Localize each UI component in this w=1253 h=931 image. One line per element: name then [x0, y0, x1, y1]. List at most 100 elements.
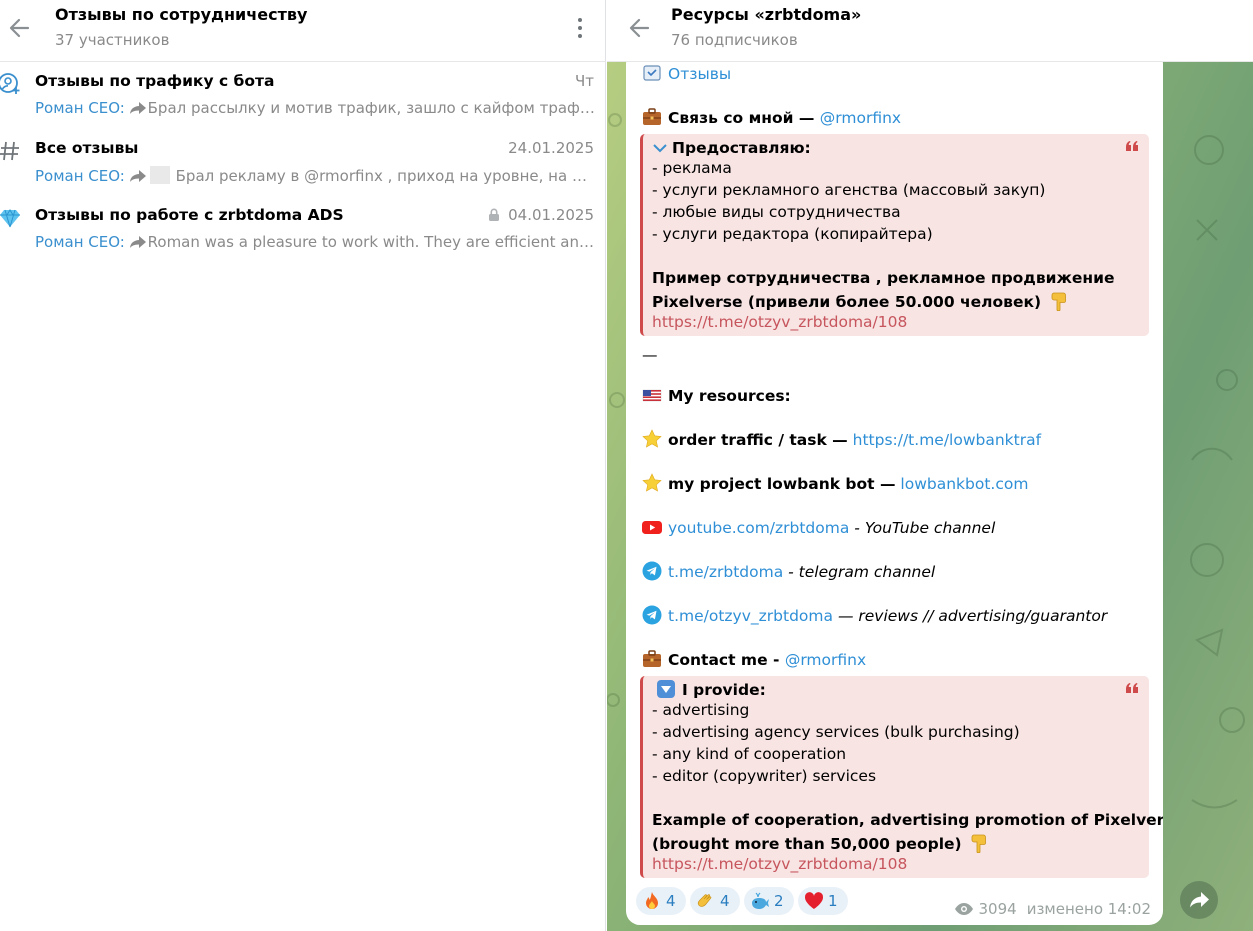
quote-block-ru: Предоставляю: - реклама - услуги рекламн…	[640, 134, 1149, 336]
preview-sender: Роман CEO:	[35, 233, 125, 251]
topic-item[interactable]: Отзывы по трафику с бота Чт Роман CEO: Б…	[0, 62, 606, 129]
forward-arrow-icon	[1190, 892, 1209, 908]
order-line: order traffic / task — https://t.me/lowb…	[642, 429, 1041, 449]
reaction-heart[interactable]: 1	[798, 887, 848, 915]
topic-date: 24.01.2025	[508, 139, 594, 157]
contact-en-line: Contact me - @rmorfinx	[642, 649, 866, 669]
telegram-icon	[642, 605, 662, 625]
preview-text: Брал рассылку и мотив трафик, зашло с ка…	[147, 99, 595, 117]
briefcase-icon	[642, 649, 662, 669]
topic-date-text: 04.01.2025	[508, 206, 594, 224]
chevron-down-icon	[652, 137, 668, 157]
resources-label: My resources:	[668, 387, 791, 405]
lock-icon	[489, 208, 500, 221]
preview-sender: Роман CEO:	[35, 167, 125, 185]
back-arrow-icon[interactable]	[6, 14, 34, 42]
reaction-count: 1	[828, 892, 838, 910]
quote-icon	[1126, 683, 1138, 693]
group-title[interactable]: Отзывы по сотрудничеству	[55, 5, 307, 24]
project-label: my project lowbank bot —	[668, 475, 896, 493]
quote-item: - advertising agency services (bulk purc…	[652, 723, 1020, 741]
quote-example-text: (brought more than 50,000 people)	[652, 835, 962, 853]
group-member-count: 37 участников	[55, 31, 170, 49]
youtube-line: youtube.com/zrbtdoma - YouTube channel	[642, 517, 995, 537]
telegram-line: t.me/zrbtdoma - telegram channel	[642, 561, 935, 581]
whale-icon	[752, 892, 769, 909]
diamond-icon	[0, 206, 22, 230]
reaction-count: 4	[666, 892, 676, 910]
share-button[interactable]	[1180, 881, 1218, 919]
topic-item[interactable]: Все отзывы 24.01.2025 Роман CEO: Брал ре…	[0, 129, 606, 196]
channel-title[interactable]: Ресурсы «zrbtdoma»	[671, 5, 861, 24]
more-menu-icon[interactable]	[568, 14, 592, 42]
contact-ru-label: Связь со мной —	[668, 109, 815, 127]
channel-header: Ресурсы «zrbtdoma» 76 подписчиков	[607, 0, 1253, 62]
quote-example-2: (brought more than 50,000 people)	[652, 833, 995, 854]
preview-text: Roman was a pleasure to work with. They …	[147, 233, 595, 251]
eye-icon	[954, 903, 973, 915]
contact-en-handle[interactable]: @rmorfinx	[785, 651, 866, 669]
topic-preview: Роман CEO: Брал рекламу в @rmorfinx , пр…	[35, 166, 595, 185]
reaction-count: 2	[774, 892, 784, 910]
resources-line: My resources:	[642, 385, 791, 405]
forward-icon	[129, 236, 146, 248]
quote-title: Предоставляю:	[652, 137, 811, 157]
topic-date: 04.01.2025	[488, 206, 594, 224]
topic-item[interactable]: Отзывы по работе с zrbtdoma ADS 04.01.20…	[0, 196, 606, 263]
preview-text: Брал рекламу в @rmorfinx , приход на уро…	[175, 167, 595, 185]
quote-item: - любые виды сотрудничества	[652, 203, 901, 221]
channel-panel: Ресурсы «zrbtdoma» 76 подписчиков Отзывы…	[607, 0, 1253, 931]
reviews-tg-line: t.me/otzyv_zrbtdoma — reviews // adverti…	[642, 605, 1107, 625]
star-icon	[642, 473, 662, 493]
youtube-link[interactable]: youtube.com/zrbtdoma	[668, 519, 849, 537]
quote-block-en: I provide: - advertising - advertising a…	[640, 676, 1163, 878]
hash-icon	[0, 139, 22, 163]
reviews-tg-desc: — reviews // advertising/guarantor	[837, 607, 1108, 625]
shield-icon	[642, 63, 662, 83]
project-link[interactable]: lowbankbot.com	[900, 475, 1028, 493]
reviews-tg-link[interactable]: t.me/otzyv_zrbtdoma	[668, 607, 833, 625]
reaction-fire[interactable]: 4	[636, 887, 686, 915]
briefcase-icon	[642, 107, 662, 127]
topics-panel: Отзывы по сотрудничеству 37 участников О…	[0, 0, 606, 931]
pointing-down-icon	[969, 833, 989, 854]
quote-example-text: Pixelverse (привели более 50.000 человек…	[652, 293, 1042, 311]
group-header: Отзывы по сотрудничеству 37 участников	[0, 0, 606, 62]
quote-item: - any kind of cooperation	[652, 745, 847, 763]
contact-ru-line: Связь со мной — @rmorfinx	[642, 107, 901, 127]
topic-date: Чт	[574, 72, 594, 90]
quote-link[interactable]: https://t.me/otzyv_zrbtdoma/108	[652, 855, 907, 873]
back-arrow-icon[interactable]	[626, 14, 654, 42]
quote-example-2: Pixelverse (привели более 50.000 человек…	[652, 291, 1075, 312]
reaction-clap[interactable]: 4	[690, 887, 740, 915]
order-link[interactable]: https://t.me/lowbanktraf	[853, 431, 1041, 449]
topic-preview: Роман CEO: Roman was a pleasure to work …	[35, 233, 595, 251]
order-label: order traffic / task —	[668, 431, 848, 449]
contact-en-label: Contact me -	[668, 651, 780, 669]
telegram-link[interactable]: t.me/zrbtdoma	[668, 563, 783, 581]
reviews-line: Отзывы	[642, 63, 731, 83]
topic-name: Отзывы по трафику с бота	[35, 72, 275, 90]
quote-example: Example of cooperation, advertising prom…	[652, 811, 1163, 829]
quote-link[interactable]: https://t.me/otzyv_zrbtdoma/108	[652, 313, 907, 331]
fire-icon	[646, 892, 658, 909]
reviews-link[interactable]: Отзывы	[668, 65, 731, 83]
youtube-desc: - YouTube channel	[854, 519, 996, 537]
clapping-hands-icon	[697, 894, 712, 907]
topic-name: Отзывы по работе с zrbtdoma ADS	[35, 206, 344, 224]
user-plus-icon	[0, 72, 22, 96]
views-count: 3094	[978, 900, 1017, 918]
quote-item: - editor (copywriter) services	[652, 767, 877, 785]
reaction-whale[interactable]: 2	[744, 887, 794, 915]
forward-icon	[129, 102, 146, 114]
topic-name: Все отзывы	[35, 139, 139, 157]
down-button-icon	[656, 679, 676, 699]
telegram-icon	[642, 561, 662, 581]
contact-ru-handle[interactable]: @rmorfinx	[820, 109, 901, 127]
forward-icon	[129, 170, 146, 182]
quote-title-text: Предоставляю:	[672, 139, 811, 157]
channel-subscriber-count: 76 подписчиков	[671, 31, 798, 49]
message-bubble: Отзывы Связь со мной — @rmorfinx Предост…	[626, 50, 1163, 925]
project-line: my project lowbank bot — lowbankbot.com	[642, 473, 1028, 493]
topic-preview: Роман CEO: Брал рассылку и мотив трафик,…	[35, 99, 595, 117]
